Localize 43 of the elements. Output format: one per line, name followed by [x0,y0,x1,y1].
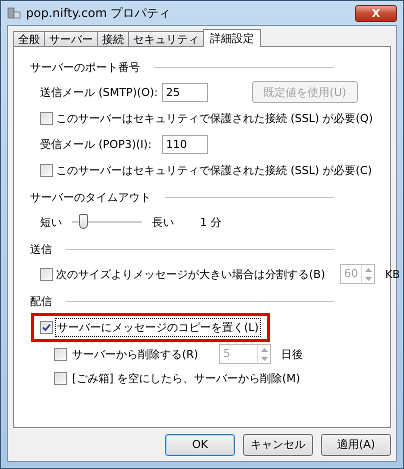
checkbox[interactable] [54,348,67,360]
tab[interactable]: サーバー [44,31,98,46]
tab[interactable]: 接続 [97,31,129,46]
window-title: pop.nifty.com プロパティ [26,4,171,22]
port-label: 受信メール (POP3)(I): [40,136,153,152]
dialog-button[interactable]: キャンセル [243,434,313,456]
checkbox[interactable] [40,268,53,280]
down-arrow-icon[interactable] [364,276,372,280]
checkbox[interactable] [40,164,53,176]
unit-label: 日後 [281,346,304,362]
spin-value: 5 [222,346,232,362]
tab[interactable]: 全般 [13,31,45,46]
checkbox[interactable] [40,112,53,124]
slider-thumb[interactable] [78,214,88,229]
port-field[interactable]: 110 [162,134,208,154]
max-label: 長い [152,214,174,230]
tab[interactable]: セキュリティ [128,31,204,46]
checkbox-label[interactable]: サーバーにメッセージのコピーを置く(L) [55,318,261,337]
checkbox-label[interactable]: このサーバーはセキュリティで保護された接続 (SSL) が必要(Q) [55,110,374,126]
tab[interactable]: 詳細設定 [203,29,261,47]
down-arrow-icon[interactable] [260,356,268,360]
checkbox-label[interactable]: このサーバーはセキュリティで保護された接続 (SSL) が必要(C) [55,162,373,178]
checkbox-label[interactable]: [ごみ箱] を空にしたら、サーバーから削除(M) [71,370,302,386]
checkbox[interactable] [54,372,67,384]
dialog-button[interactable]: OK [165,434,235,456]
spin-value: 60 [343,266,360,282]
section-title: 送信 [30,242,52,256]
up-arrow-icon[interactable] [364,268,372,272]
timeout-reading: 1 分 [200,214,222,230]
dialog-button[interactable]: 適用(A) [321,434,391,456]
section-title: 配信 [30,294,52,308]
up-arrow-icon[interactable] [260,348,268,352]
checkbox[interactable] [40,321,53,334]
checkbox-label[interactable]: 次のサイズよりメッセージが大きい場合は分割する(B) [55,266,326,282]
checkbox-label[interactable]: サーバーから削除する(R) [71,346,200,362]
unit-label: KB [385,268,400,280]
section-title: サーバーのタイムアウト [30,190,151,204]
port-field[interactable]: 25 [162,82,208,102]
computer-icon [7,6,21,20]
section-title: サーバーのポート番号 [30,60,140,74]
min-label: 短い [40,214,62,230]
close-button[interactable]: X [355,4,397,22]
port-label: 送信メール (SMTP)(O): [40,84,158,100]
